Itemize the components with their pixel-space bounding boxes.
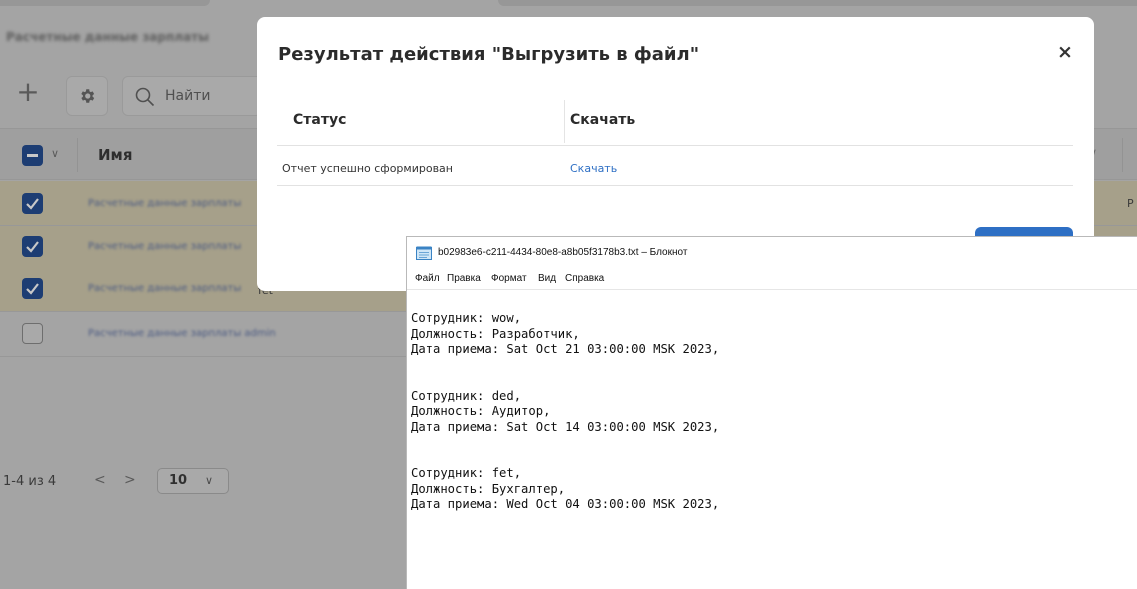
check-icon [26, 198, 39, 210]
menu-file[interactable]: Файл [415, 273, 440, 284]
check-icon [26, 283, 39, 295]
divider [407, 289, 1137, 290]
row-checkbox[interactable] [22, 236, 43, 257]
page-size-select[interactable]: 10 ∨ [157, 468, 229, 494]
row-checkbox[interactable] [22, 278, 43, 299]
notepad-menu-bar: Файл Правка Формат Вид Справка [407, 271, 1137, 288]
menu-format[interactable]: Формат [491, 273, 527, 284]
row-checkbox[interactable] [22, 323, 43, 344]
page-size-value: 10 [169, 473, 188, 488]
download-link[interactable]: Скачать [570, 162, 617, 175]
check-icon [26, 241, 39, 253]
column-header-name[interactable]: Имя [98, 146, 132, 164]
notepad-icon [416, 246, 432, 260]
search-icon [135, 87, 155, 107]
status-text: Отчет успешно сформирован [282, 162, 453, 175]
select-all-checkbox[interactable] [22, 145, 43, 166]
notepad-text-area[interactable]: Сотрудник: wow, Должность: Разработчик, … [411, 311, 719, 513]
search-placeholder: Найти [165, 88, 211, 104]
divider [277, 185, 1073, 186]
pagination-range: 1-4 из 4 [3, 474, 57, 489]
menu-help[interactable]: Справка [565, 273, 604, 284]
next-page-button[interactable]: > [124, 472, 136, 488]
top-bar-left [0, 0, 210, 6]
column-header-download: Скачать [570, 112, 636, 128]
top-bar-right [498, 0, 1137, 6]
gear-icon [81, 89, 95, 103]
row-name[interactable]: Расчетные данные зарплаты admin [88, 328, 276, 339]
row-name[interactable]: Расчетные данные зарплаты [88, 283, 241, 294]
search-input[interactable]: Найти [122, 76, 262, 116]
page-title: Расчетные данные зарплаты [6, 30, 209, 44]
chevron-down-icon[interactable]: ∨ [51, 147, 59, 160]
notepad-window: b02983e6-c211-4434-80e8-a8b05f3178b3.txt… [406, 236, 1137, 589]
row-name[interactable]: Расчетные данные зарплаты [88, 241, 241, 252]
column-header-status: Статус [293, 112, 347, 128]
menu-edit[interactable]: Правка [447, 273, 481, 284]
close-icon[interactable]: × [1057, 41, 1073, 63]
dialog-title: Результат действия "Выгрузить в файл" [278, 44, 700, 65]
column-divider [1122, 138, 1123, 172]
column-divider [564, 100, 565, 143]
notepad-titlebar[interactable]: b02983e6-c211-4434-80e8-a8b05f3178b3.txt… [407, 237, 1137, 268]
divider [277, 145, 1073, 146]
chevron-down-icon: ∨ [205, 474, 214, 487]
add-button[interactable]: + [13, 78, 43, 108]
prev-page-button[interactable]: < [94, 472, 106, 488]
column-divider [77, 138, 78, 172]
row-checkbox[interactable] [22, 193, 43, 214]
row-name[interactable]: Расчетные данные зарплаты [88, 198, 241, 209]
menu-view[interactable]: Вид [538, 273, 556, 284]
notepad-title: b02983e6-c211-4434-80e8-a8b05f3178b3.txt… [438, 247, 688, 258]
settings-button[interactable] [66, 76, 108, 116]
row-cell-truncated: Р [1127, 197, 1134, 210]
